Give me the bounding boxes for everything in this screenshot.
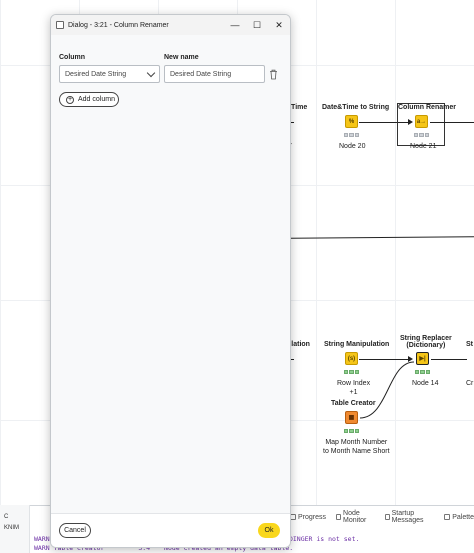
node-status <box>344 429 359 433</box>
dialog-title: Dialog - 3:21 - Column Renamer <box>68 21 169 29</box>
tab-startup-messages[interactable]: Startup Messages <box>384 510 435 524</box>
column-renamer-node-icon[interactable]: a→ <box>415 115 428 128</box>
node-label: Node 21 <box>410 143 437 150</box>
bottom-tab-bar: Progress Node Monitor Startup Messages P… <box>290 510 474 524</box>
palette-icon <box>444 514 451 520</box>
new-name-header: New name <box>164 54 199 61</box>
node-title: St <box>466 341 473 348</box>
window-controls: — ☐ ✕ <box>224 15 290 35</box>
node-label: Cr <box>466 380 474 387</box>
column-header: Column <box>59 54 86 61</box>
cancel-button[interactable]: Cancel <box>59 523 91 538</box>
column-select[interactable]: Desired Date String <box>59 65 160 83</box>
node-status <box>344 370 359 374</box>
dialog-content: Column New name Desired Date String Desi… <box>51 35 290 528</box>
node-status <box>344 133 359 137</box>
connection <box>430 122 474 123</box>
console-source-label: KNIM <box>4 525 19 531</box>
connection <box>289 236 474 239</box>
node-title: Date&Time to String <box>322 104 390 111</box>
connection <box>431 359 467 360</box>
connection-curve <box>359 361 415 419</box>
tab-palette[interactable]: Palette <box>444 514 474 521</box>
node-label: Map Month Number to Month Name Short <box>323 439 390 455</box>
column-renamer-dialog: Dialog - 3:21 - Column Renamer — ☐ ✕ Col… <box>50 14 291 548</box>
app-icon <box>56 21 64 29</box>
maximize-icon[interactable]: ☐ <box>246 15 268 35</box>
bottom-left-strip: C KNIM <box>0 505 30 553</box>
table-creator-node-icon[interactable]: ▦ <box>345 411 358 424</box>
close-icon[interactable]: ✕ <box>268 15 290 35</box>
node-title: String Replacer (Dictionary) <box>400 335 452 349</box>
tab-progress[interactable]: Progress <box>290 514 326 521</box>
node-title: String Manipulation <box>324 341 390 348</box>
ok-button[interactable]: Ok <box>258 523 280 538</box>
plus-icon: + <box>66 95 74 104</box>
dialog-titlebar[interactable]: Dialog - 3:21 - Column Renamer — ☐ ✕ <box>51 15 290 35</box>
trash-icon[interactable] <box>269 69 278 80</box>
node-status <box>414 133 429 137</box>
add-column-button[interactable]: + Add column <box>59 92 119 107</box>
messages-icon <box>384 514 390 520</box>
monitor-icon <box>336 514 342 520</box>
minimize-icon[interactable]: — <box>224 15 246 35</box>
dialog-footer: Cancel Ok <box>51 513 290 547</box>
tab-node-monitor[interactable]: Node Monitor <box>336 510 375 524</box>
console-tab-label[interactable]: C <box>4 514 8 520</box>
chevron-down-icon <box>146 68 156 78</box>
new-name-input[interactable]: Desired Date String <box>164 65 265 83</box>
node-title: Table Creator <box>331 400 376 407</box>
node-title: Column Renamer <box>398 104 456 111</box>
node-label: Node 20 <box>339 143 366 150</box>
date-time-to-string-node-icon[interactable]: % <box>345 115 358 128</box>
string-manipulation-node-icon[interactable]: (s) <box>345 352 358 365</box>
